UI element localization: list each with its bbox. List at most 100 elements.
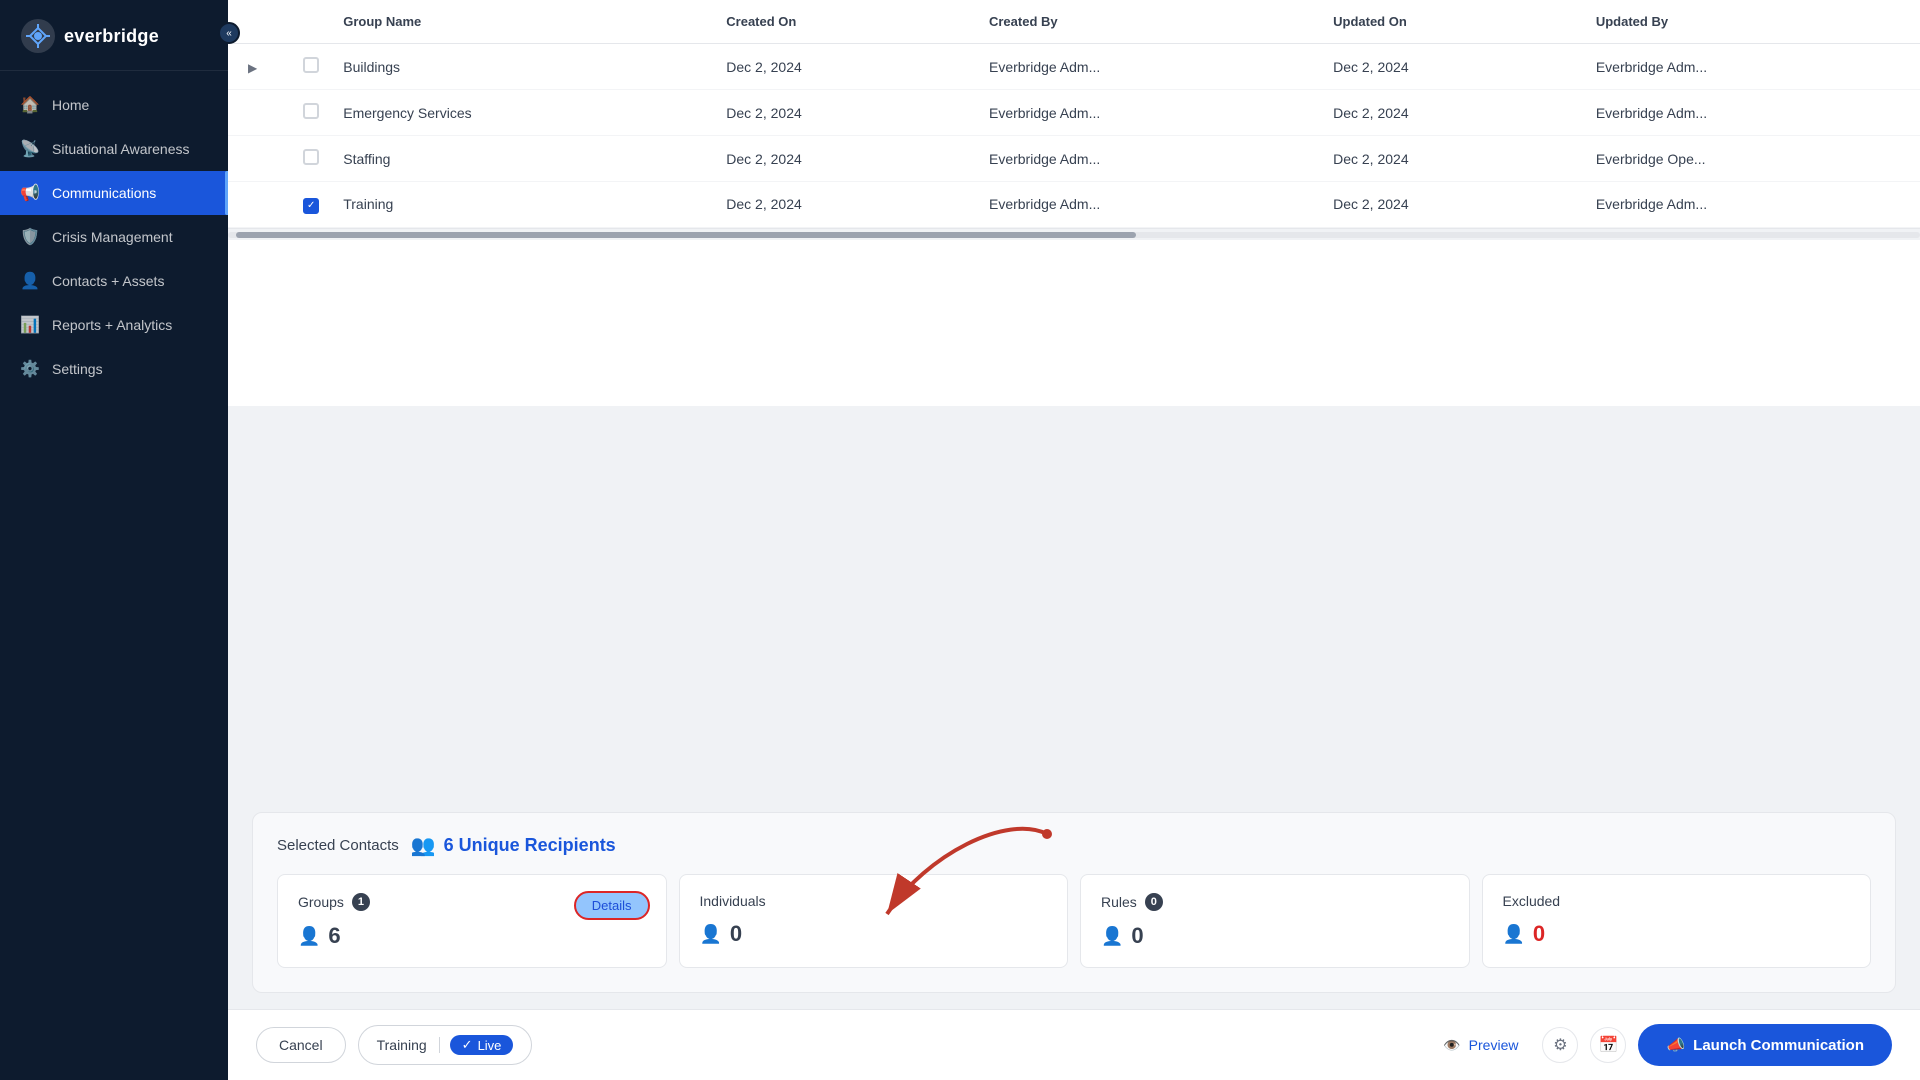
sidebar-navigation: 🏠 Home 📡 Situational Awareness 📢 Communi… xyxy=(0,71,228,1080)
individuals-count: 👤 0 xyxy=(700,921,1048,947)
reports-analytics-icon: 📊 xyxy=(20,315,40,335)
everbridge-logo-icon xyxy=(20,18,56,54)
groups-table-area: Group Name Created On Created By Updated… xyxy=(228,0,1920,406)
calendar-button[interactable]: 📅 xyxy=(1590,1027,1626,1063)
cancel-button[interactable]: Cancel xyxy=(256,1027,346,1063)
training-live-pill[interactable]: Training ✓ Live xyxy=(358,1025,533,1065)
recipients-count-text: 6 Unique Recipients xyxy=(444,835,616,856)
cell-created-on: Dec 2, 2024 xyxy=(706,44,969,90)
row-checkbox-emergency[interactable] xyxy=(303,103,319,119)
cell-group-name: Training xyxy=(323,182,706,228)
column-updated-by: Updated By xyxy=(1576,0,1920,44)
cell-created-on: Dec 2, 2024 xyxy=(706,90,969,136)
cell-group-name: Emergency Services xyxy=(323,90,706,136)
main-content: Group Name Created On Created By Updated… xyxy=(228,0,1920,1080)
checkbox-cell[interactable]: ✓ xyxy=(283,182,323,228)
expand-cell xyxy=(228,182,283,228)
cell-updated-by: Everbridge Adm... xyxy=(1576,90,1920,136)
preview-button[interactable]: 👁️ Preview xyxy=(1431,1029,1530,1062)
table-row: ▶ Buildings Dec 2, 2024 Everbridge Adm..… xyxy=(228,44,1920,90)
column-created-on: Created On xyxy=(706,0,969,44)
groups-card-label: Groups xyxy=(298,894,344,910)
sidebar-item-crisis-management[interactable]: 🛡️ Crisis Management xyxy=(0,215,228,259)
unique-recipients-link[interactable]: 👥 6 Unique Recipients xyxy=(411,833,616,858)
eye-icon: 👁️ xyxy=(1443,1037,1460,1054)
horizontal-scrollbar[interactable] xyxy=(228,228,1920,240)
cell-updated-by: Everbridge Ope... xyxy=(1576,136,1920,182)
sidebar-item-settings[interactable]: ⚙️ Settings xyxy=(0,347,228,391)
logo-text: everbridge xyxy=(64,26,159,47)
table-header: Group Name Created On Created By Updated… xyxy=(228,0,1920,44)
content-spacer xyxy=(228,406,1920,812)
cell-created-by: Everbridge Adm... xyxy=(969,90,1313,136)
cell-updated-on: Dec 2, 2024 xyxy=(1313,44,1576,90)
bottom-bar: Cancel Training ✓ Live 👁️ Preview ⚙ 📅 📣 … xyxy=(228,1009,1920,1080)
panel-title: Selected Contacts xyxy=(277,837,399,854)
groups-person-icon: 👤 xyxy=(298,926,320,947)
individuals-person-icon: 👤 xyxy=(700,924,722,945)
excluded-card-header: Excluded xyxy=(1503,893,1851,909)
cell-group-name: Buildings xyxy=(323,44,706,90)
scrollbar-thumb[interactable] xyxy=(236,232,1136,238)
row-checkbox-staffing[interactable] xyxy=(303,149,319,165)
column-checkbox xyxy=(283,0,323,44)
cell-updated-on: Dec 2, 2024 xyxy=(1313,90,1576,136)
column-created-by: Created By xyxy=(969,0,1313,44)
groups-table: Group Name Created On Created By Updated… xyxy=(228,0,1920,228)
expand-cell[interactable]: ▶ xyxy=(228,44,283,90)
cell-updated-by: Everbridge Adm... xyxy=(1576,182,1920,228)
details-button[interactable]: Details xyxy=(574,891,650,920)
excluded-person-icon: 👤 xyxy=(1503,924,1525,945)
sidebar-item-contacts-assets[interactable]: 👤 Contacts + Assets xyxy=(0,259,228,303)
sidebar-item-communications[interactable]: 📢 Communications xyxy=(0,171,228,215)
checkbox-cell[interactable] xyxy=(283,90,323,136)
checkbox-cell[interactable] xyxy=(283,44,323,90)
rules-count: 👤 0 xyxy=(1101,923,1449,949)
cell-created-by: Everbridge Adm... xyxy=(969,44,1313,90)
selected-contacts-panel: Selected Contacts 👥 6 Unique Recipients xyxy=(252,812,1896,993)
expand-cell xyxy=(228,90,283,136)
groups-badge: 1 xyxy=(352,893,370,911)
rules-badge: 0 xyxy=(1145,893,1163,911)
sidebar-label-reports-analytics: Reports + Analytics xyxy=(52,317,172,333)
home-icon: 🏠 xyxy=(20,95,40,115)
column-updated-on: Updated On xyxy=(1313,0,1576,44)
row-checkbox-buildings[interactable] xyxy=(303,57,319,73)
sidebar-label-settings: Settings xyxy=(52,361,103,377)
table-wrapper: Group Name Created On Created By Updated… xyxy=(228,0,1920,228)
contacts-assets-icon: 👤 xyxy=(20,271,40,291)
table-row: ✓ Training Dec 2, 2024 Everbridge Adm...… xyxy=(228,182,1920,228)
launch-label: Launch Communication xyxy=(1693,1037,1864,1054)
excluded-card-label: Excluded xyxy=(1503,893,1561,909)
excluded-stat-card: Excluded 👤 0 xyxy=(1482,874,1872,968)
launch-communication-button[interactable]: 📣 Launch Communication xyxy=(1638,1024,1892,1066)
sidebar-collapse-button[interactable]: « xyxy=(218,22,240,44)
excluded-count: 👤 0 xyxy=(1503,921,1851,947)
rules-person-icon: 👤 xyxy=(1101,926,1123,947)
preview-label: Preview xyxy=(1469,1037,1519,1053)
logo-area: everbridge xyxy=(0,0,228,71)
launch-icon: 📣 xyxy=(1666,1036,1685,1054)
rules-card-label: Rules xyxy=(1101,894,1137,910)
scrollbar-track xyxy=(228,232,1920,238)
rules-count-value: 0 xyxy=(1131,923,1143,949)
expand-icon[interactable]: ▶ xyxy=(248,61,257,75)
gear-icon: ⚙ xyxy=(1553,1035,1567,1055)
rules-card-header: Rules 0 xyxy=(1101,893,1449,911)
table-body: ▶ Buildings Dec 2, 2024 Everbridge Adm..… xyxy=(228,44,1920,228)
settings-gear-button[interactable]: ⚙ xyxy=(1542,1027,1578,1063)
individuals-card-label: Individuals xyxy=(700,893,766,909)
communications-icon: 📢 xyxy=(20,183,40,203)
groups-count: 👤 6 xyxy=(298,923,646,949)
excluded-count-value: 0 xyxy=(1533,921,1545,947)
row-checkbox-training[interactable]: ✓ xyxy=(303,198,319,214)
checkbox-cell[interactable] xyxy=(283,136,323,182)
sidebar-item-reports-analytics[interactable]: 📊 Reports + Analytics xyxy=(0,303,228,347)
individuals-stat-card: Individuals 👤 0 xyxy=(679,874,1069,968)
stat-cards-row: Groups 1 👤 6 Details Individuals 👤 xyxy=(277,874,1871,968)
sidebar-item-situational-awareness[interactable]: 📡 Situational Awareness xyxy=(0,127,228,171)
cell-updated-by: Everbridge Adm... xyxy=(1576,44,1920,90)
individuals-card-header: Individuals xyxy=(700,893,1048,909)
cell-created-by: Everbridge Adm... xyxy=(969,136,1313,182)
sidebar-item-home[interactable]: 🏠 Home xyxy=(0,83,228,127)
